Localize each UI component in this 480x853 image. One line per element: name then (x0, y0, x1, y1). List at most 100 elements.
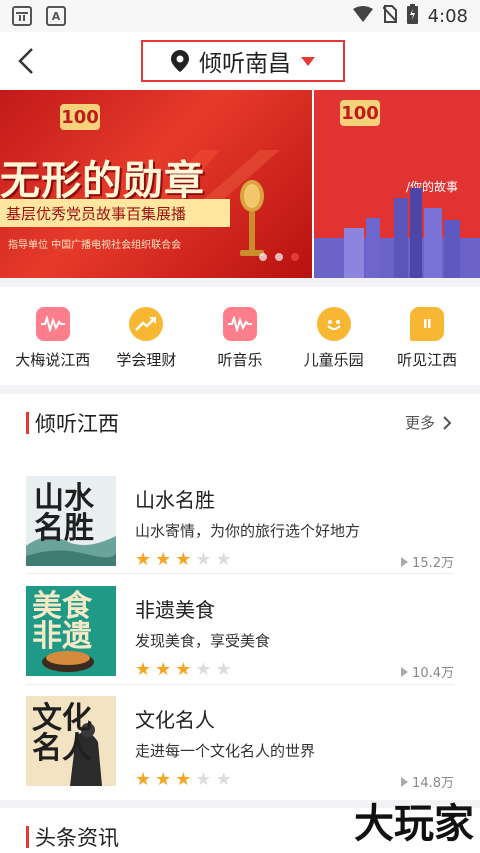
rating-stars: ★ ★ ★ ★ ★ (135, 771, 232, 789)
smiley-face-icon (316, 307, 351, 341)
thumb-calligraphy: 山水名胜 (34, 481, 94, 546)
wifi-icon (352, 5, 373, 27)
item-thumbnail[interactable]: 文化名人 (26, 696, 116, 786)
status-bar: A 4:08 (0, 0, 480, 32)
waveform-icon (35, 307, 70, 341)
thumb-calligraphy: 文化名人 (32, 701, 92, 766)
item-description: 发现美食，享受美食 (135, 632, 271, 650)
item-thumbnail[interactable]: 山水名胜 (26, 476, 116, 566)
section-qingting-jiangxi: 倾听江西 更多 山水名胜 山水名胜 山水寄情，为你的旅行选个好地方 ★ ★ ★ … (0, 394, 480, 800)
section-accent-bar (26, 412, 29, 434)
divider (26, 573, 454, 574)
city-skyline-illustration (314, 188, 480, 278)
star-filled-icon: ★ (135, 769, 152, 790)
banner-credits: 指导单位 中国广播电视社会组织联合会 (8, 240, 182, 251)
category-label: 学会理财 (116, 351, 177, 369)
item-thumbnail[interactable]: 美食非遗 (26, 586, 116, 676)
star-empty-icon: ★ (215, 659, 232, 680)
star-filled-icon: ★ (175, 549, 192, 570)
status-right: 4:08 (352, 3, 468, 29)
category-label: 听见江西 (397, 351, 458, 369)
back-button[interactable] (14, 45, 42, 77)
location-selector[interactable]: 倾听南昌 (141, 40, 345, 82)
star-empty-icon: ★ (195, 659, 212, 680)
play-icon (401, 556, 409, 567)
category-dameishuo-jiangxi[interactable]: 大梅说江西 (8, 287, 98, 385)
play-icon (401, 666, 409, 677)
watermark-logo: 大玩家 (354, 801, 474, 847)
star-filled-icon: ★ (155, 769, 172, 790)
thumb-calligraphy: 美食非遗 (32, 589, 92, 654)
carousel-dot-active[interactable] (291, 253, 299, 261)
play-count: 14.8万 (401, 772, 454, 791)
banner-slide-next[interactable]: 100 /你的故事 (314, 90, 480, 278)
battery-icon (406, 3, 418, 29)
star-filled-icon: ★ (155, 659, 172, 680)
play-count-value: 15.2万 (412, 556, 454, 571)
location-name: 倾听南昌 (199, 51, 291, 77)
play-count-value: 10.4万 (412, 666, 454, 681)
play-count: 10.4万 (401, 662, 454, 681)
play-count-value: 14.8万 (412, 776, 454, 791)
carousel-dot[interactable] (275, 253, 283, 261)
item-description: 走进每一个文化名人的世界 (135, 742, 316, 760)
section-accent-bar (26, 826, 29, 848)
star-empty-icon: ★ (215, 549, 232, 570)
carousel-dot[interactable] (259, 253, 267, 261)
banner-slide-current[interactable]: 100 无形的勋章 基层优秀党员故事百集展播 指导单位 中国广播电视社会组织联合… (0, 90, 312, 278)
category-label: 儿童乐园 (303, 351, 364, 369)
star-filled-icon: ★ (135, 549, 152, 570)
category-ertong-leyuan[interactable]: 儿童乐园 (289, 287, 379, 385)
section-title: 倾听江西 (35, 412, 119, 436)
banner-carousel[interactable]: 100 无形的勋章 基层优秀党员故事百集展播 指导单位 中国广播电视社会组织联合… (0, 90, 480, 278)
chat-bubble-icon (410, 307, 445, 341)
party-100-badge-2: 100 (340, 100, 380, 126)
star-filled-icon: ★ (135, 659, 152, 680)
top-app-bar: 倾听南昌 (0, 32, 480, 90)
section-header: 倾听江西 更多 (0, 394, 480, 446)
status-time: 4:08 (427, 5, 468, 27)
category-label: 听音乐 (217, 351, 263, 369)
item-title: 非遗美食 (135, 598, 215, 622)
star-filled-icon: ★ (155, 549, 172, 570)
banner-title: 无形的勋章 (0, 158, 205, 204)
category-grid: 大梅说江西 学会理财 听音乐 儿童乐园 听见江西 (0, 287, 480, 385)
more-link[interactable]: 更多 (405, 412, 452, 433)
carousel-indicator (259, 253, 299, 261)
rating-stars: ★ ★ ★ ★ ★ (135, 661, 232, 679)
microphone-icon (240, 180, 264, 256)
item-title: 山水名胜 (135, 488, 215, 512)
rating-stars: ★ ★ ★ ★ ★ (135, 551, 232, 569)
item-description: 山水寄情，为你的旅行选个好地方 (135, 522, 361, 540)
star-empty-icon: ★ (195, 549, 212, 570)
category-tingjian-jiangxi[interactable]: 听见江西 (382, 287, 472, 385)
app-a-letter: A (51, 9, 61, 23)
waveform-icon (222, 307, 257, 341)
star-empty-icon: ★ (195, 769, 212, 790)
list-item[interactable]: 文化名人 文化名人 走进每一个文化名人的世界 ★ ★ ★ ★ ★ 14.8万 (26, 696, 454, 796)
badge-number-2: 100 (341, 102, 379, 124)
badge-number: 100 (61, 106, 99, 128)
star-filled-icon: ★ (175, 769, 192, 790)
list-item[interactable]: 美食非遗 非遗美食 发现美食，享受美食 ★ ★ ★ ★ ★ 10.4万 (26, 586, 454, 686)
trend-up-icon (129, 307, 164, 341)
star-filled-icon: ★ (175, 659, 192, 680)
list-item[interactable]: 山水名胜 山水名胜 山水寄情，为你的旅行选个好地方 ★ ★ ★ ★ ★ 15.2… (26, 476, 454, 576)
notification-icon (12, 6, 32, 26)
more-label: 更多 (404, 414, 435, 432)
dropdown-triangle-icon (301, 56, 315, 66)
category-ting-yinyue[interactable]: 听音乐 (195, 287, 285, 385)
chevron-right-icon (443, 415, 452, 430)
no-sim-icon (381, 4, 398, 28)
category-label: 大梅说江西 (15, 351, 91, 369)
play-count: 15.2万 (401, 552, 454, 571)
section-title: 头条资讯 (35, 826, 119, 850)
banner-subtitle: 基层优秀党员故事百集展播 (0, 199, 230, 227)
star-empty-icon: ★ (215, 769, 232, 790)
divider (26, 684, 454, 685)
category-xuehui-licai[interactable]: 学会理财 (101, 287, 191, 385)
status-left: A (12, 6, 66, 26)
play-icon (401, 776, 409, 787)
party-100-badge: 100 (60, 104, 100, 130)
back-arrow-icon (18, 48, 33, 74)
